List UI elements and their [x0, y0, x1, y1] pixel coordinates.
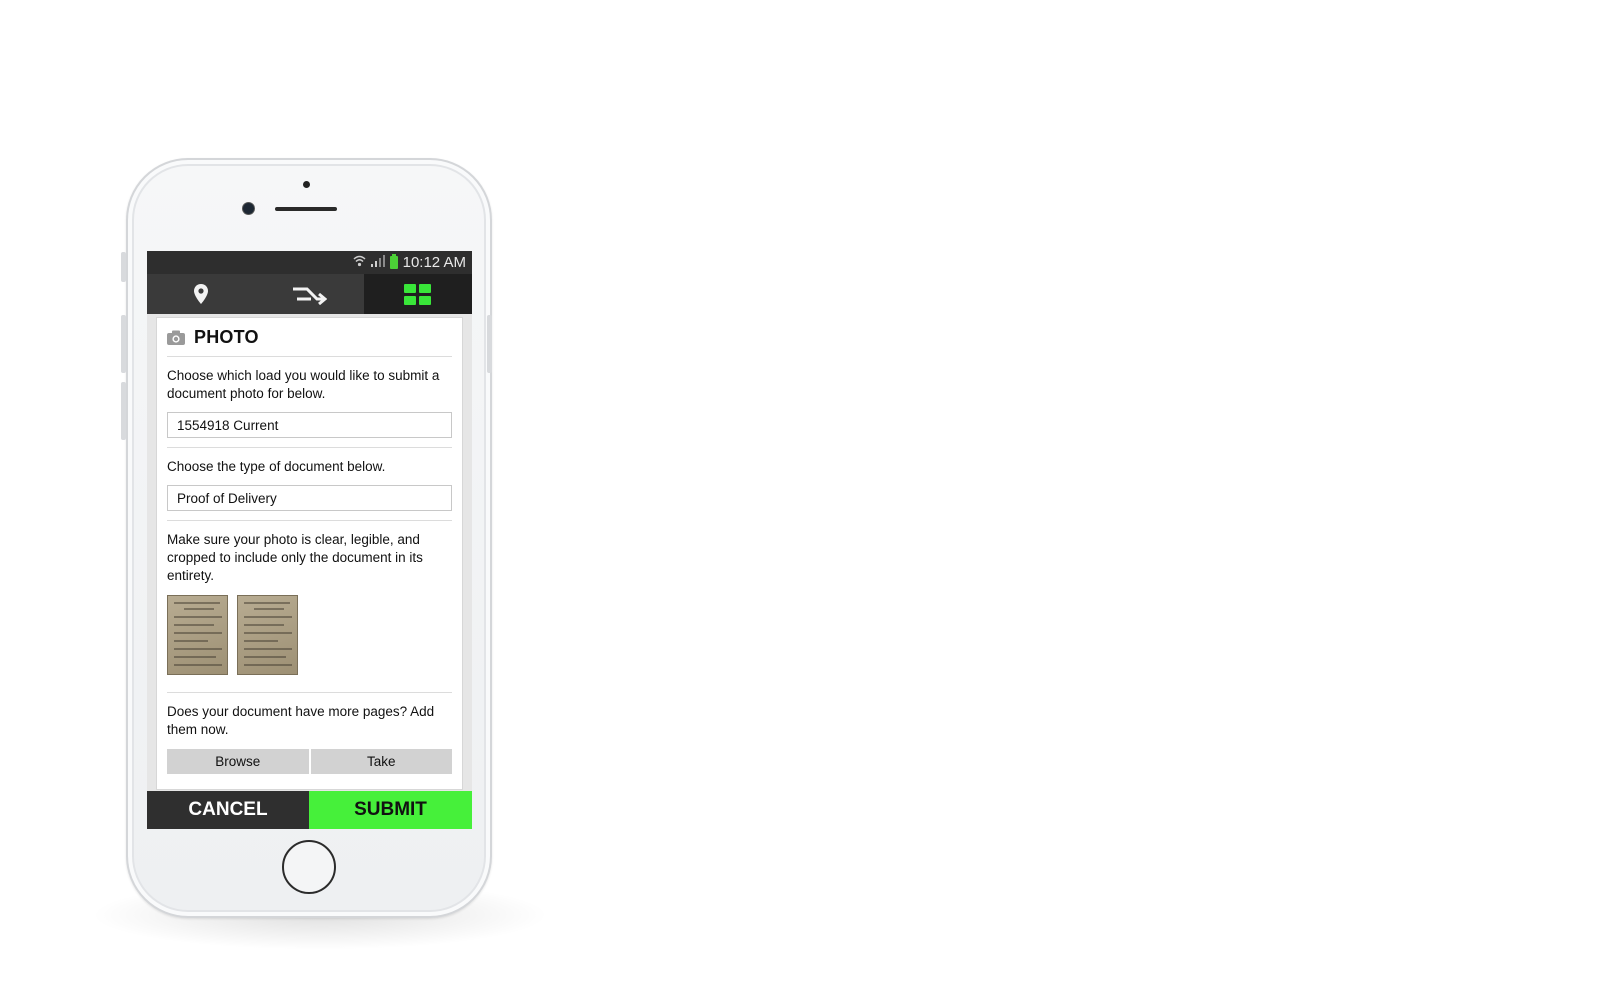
- photo-form-card: PHOTO Choose which load you would like t…: [156, 317, 463, 790]
- more-pages-instruction: Does your document have more pages? Add …: [167, 704, 435, 737]
- signal-icon: [370, 255, 385, 270]
- battery-icon: [389, 254, 398, 269]
- cancel-button[interactable]: CANCEL: [147, 791, 309, 829]
- camera-icon: [167, 330, 185, 345]
- add-pages-buttons: Browse Take: [167, 749, 452, 774]
- wifi-icon: [353, 255, 366, 270]
- doctype-select[interactable]: Proof of Delivery: [167, 485, 452, 511]
- divider: [167, 520, 452, 521]
- grid-icon: [404, 283, 432, 305]
- submit-button[interactable]: SUBMIT: [309, 791, 472, 829]
- divider: [167, 692, 452, 693]
- take-photo-button[interactable]: Take: [310, 749, 452, 774]
- action-bar: CANCEL SUBMIT: [147, 791, 472, 829]
- document-thumbnail-1[interactable]: [167, 595, 228, 675]
- proximity-sensor: [303, 181, 310, 188]
- front-camera: [243, 203, 254, 214]
- tab-dashboard[interactable]: [363, 274, 472, 314]
- doctype-instruction: Choose the type of document below.: [167, 459, 386, 474]
- app-screen: 10:12 AM PHOTO Choose which load you wou…: [147, 251, 472, 829]
- earpiece-speaker: [275, 207, 337, 211]
- top-navigation: [147, 274, 472, 314]
- home-button[interactable]: [282, 840, 336, 894]
- status-bar: 10:12 AM: [147, 251, 472, 274]
- divider: [167, 447, 452, 448]
- status-time: 10:12 AM: [402, 254, 466, 271]
- tab-location[interactable]: [147, 274, 255, 314]
- location-pin-icon: [194, 284, 209, 304]
- volume-down-button: [121, 382, 126, 440]
- power-button: [487, 315, 492, 373]
- tab-route[interactable]: [255, 274, 363, 314]
- volume-up-button: [121, 315, 126, 373]
- browse-button[interactable]: Browse: [167, 749, 309, 774]
- mute-switch: [121, 252, 126, 282]
- load-select[interactable]: 1554918 Current: [167, 412, 452, 438]
- photo-instruction: Make sure your photo is clear, legible, …: [167, 532, 423, 583]
- page-title: PHOTO: [194, 326, 259, 347]
- document-thumbnail-2[interactable]: [237, 595, 298, 675]
- form-header: PHOTO: [167, 318, 452, 357]
- thumbnail-strip: [167, 595, 452, 675]
- load-instruction: Choose which load you would like to subm…: [167, 368, 440, 401]
- route-arrow-icon: [293, 287, 328, 305]
